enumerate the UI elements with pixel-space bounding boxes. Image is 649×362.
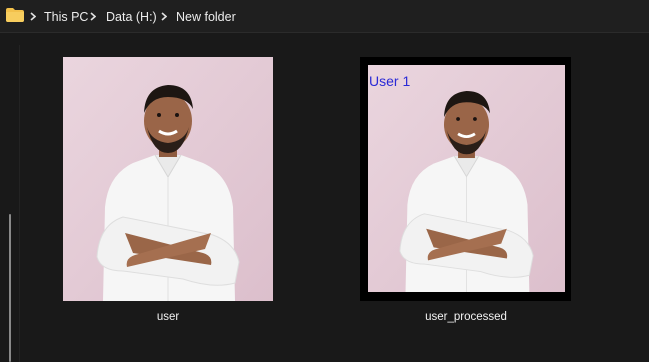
person-photo	[368, 65, 565, 292]
pane-divider	[19, 45, 20, 362]
file-name-label: user_processed	[425, 311, 507, 323]
breadcrumb-new-folder[interactable]: New folder	[176, 0, 236, 33]
file-item-user-processed[interactable]: User 1 user_processed	[358, 55, 574, 327]
overlay-label: User 1	[369, 73, 411, 89]
chevron-right-icon	[28, 0, 38, 33]
file-explorer-window: This PC Data (H:) New folder user User 1…	[0, 0, 649, 362]
file-name-label: user	[156, 311, 180, 323]
file-item-user[interactable]: user	[60, 55, 276, 327]
chevron-right-icon	[88, 0, 98, 33]
breadcrumb-data-drive[interactable]: Data (H:)	[106, 0, 157, 33]
breadcrumb-this-pc[interactable]: This PC	[44, 0, 88, 33]
chevron-right-icon	[159, 0, 169, 33]
folder-icon	[6, 8, 24, 22]
image-thumbnail	[63, 57, 273, 301]
image-thumbnail: User 1	[360, 57, 571, 301]
person-photo	[63, 57, 273, 301]
address-bar[interactable]: This PC Data (H:) New folder	[0, 0, 649, 33]
scrollbar[interactable]	[9, 214, 11, 362]
